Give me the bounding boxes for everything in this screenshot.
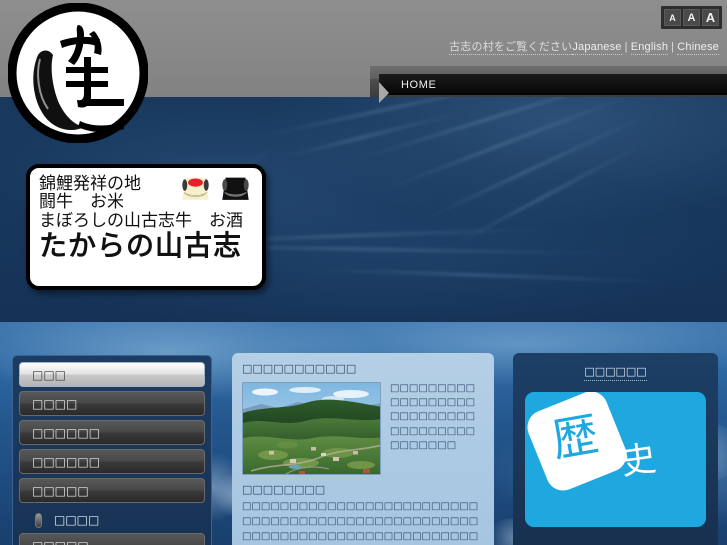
village-photo-image — [243, 383, 380, 474]
font-size-medium-button[interactable]: A — [683, 9, 700, 26]
center-content-panel: □□□□□□□□□□□ □□□□□□□□□□□□□□□□□□□□□□□□□□□□… — [232, 353, 494, 545]
language-separator-2: | — [671, 41, 675, 53]
sidebar-item-1[interactable]: □□□□ — [19, 391, 205, 416]
center-panel-footer-text: □□□□□□□□□□□□□□□□□□□□□□□□□□□□□□□□□□□□□□□□… — [242, 501, 479, 542]
koi-icon-group — [179, 175, 252, 205]
karasu-koi-face-icon — [222, 177, 249, 200]
sidebar-item-4[interactable]: □□□□□ — [19, 478, 205, 503]
nav-arrow-icon — [379, 82, 389, 103]
main-navigation-bar: HOME — [370, 66, 727, 103]
center-panel-body: □□□□□□□□□□□□□□□□□□□□□□□□□□□□□□□□□□□□□□□□… — [242, 382, 484, 475]
sidebar-sub-item[interactable]: □□□□ — [19, 507, 205, 533]
language-link-chinese[interactable]: Chinese — [677, 41, 719, 55]
plaque-line-4: たからの山古志 — [39, 229, 243, 263]
sidebar-item-1-label: □□□□ — [32, 396, 78, 411]
language-prefix-label: 古志の村をご覧ください — [449, 41, 573, 55]
kohaku-koi-face-icon — [182, 177, 209, 200]
sidebar-item-3-label: □□□□□□ — [32, 454, 101, 469]
language-separator-1: | — [624, 41, 628, 53]
sidebar-item-2-label: □□□□□□ — [32, 425, 101, 440]
sidebar-item-3[interactable]: □□□□□□ — [19, 449, 205, 474]
right-content-panel: □□□□□□ 歴 史 — [513, 353, 718, 545]
center-panel-sub-heading: □□□□□□□□ — [242, 483, 326, 496]
center-panel-text: □□□□□□□□□□□□□□□□□□□□□□□□□□□□□□□□□□□□□□□□… — [390, 383, 476, 451]
language-selector: 古志の村をご覧くださいJapanese | English | Chinese — [449, 38, 719, 55]
font-size-large-button[interactable]: A — [702, 9, 719, 26]
right-panel-heading[interactable]: □□□□□□ — [584, 365, 647, 381]
navigation-inner: HOME — [379, 74, 727, 103]
sidebar-item-last-label: □□□□□ — [32, 539, 89, 545]
sidebar-item-4-label: □□□□□ — [32, 483, 89, 498]
bullet-icon — [35, 512, 42, 528]
history-kanji-secondary: 史 — [618, 438, 659, 484]
village-photo[interactable] — [242, 382, 381, 475]
yamako-logo-icon — [7, 2, 149, 144]
language-link-japanese[interactable]: Japanese — [572, 41, 622, 55]
sidebar-item-0-label: □□□ — [32, 367, 67, 382]
page-root: A A A 古志の村をご覧くださいJapanese | English | Chines… — [0, 0, 727, 545]
language-link-english[interactable]: English — [630, 41, 669, 55]
sidebar-item-0[interactable]: □□□ — [19, 362, 205, 387]
sidebar-sub-item-label: □□□□ — [54, 513, 100, 527]
sidebar-item-last[interactable]: □□□□□ — [19, 533, 205, 545]
plaque-line-3: まぼろしの山古志牛 お酒 — [39, 210, 243, 231]
site-logo[interactable] — [7, 2, 149, 144]
left-sidebar: □□□ □□□□ □□□□□□ □□□□□□ □□□□□ □□□□ □□□□□ — [12, 355, 212, 545]
font-size-switcher[interactable]: A A A — [661, 6, 722, 29]
history-kanji-primary: 歴 — [547, 406, 603, 468]
sidebar-item-2[interactable]: □□□□□□ — [19, 420, 205, 445]
font-size-small-button[interactable]: A — [664, 9, 681, 26]
center-panel-heading: □□□□□□□□□□□ — [242, 362, 357, 375]
slogan-plaque: 錦鯉発祥の地 闘牛 お米 まぼろしの山古志牛 お酒 たからの山古志 — [26, 164, 266, 290]
history-banner-card[interactable]: 歴 史 — [525, 392, 706, 527]
